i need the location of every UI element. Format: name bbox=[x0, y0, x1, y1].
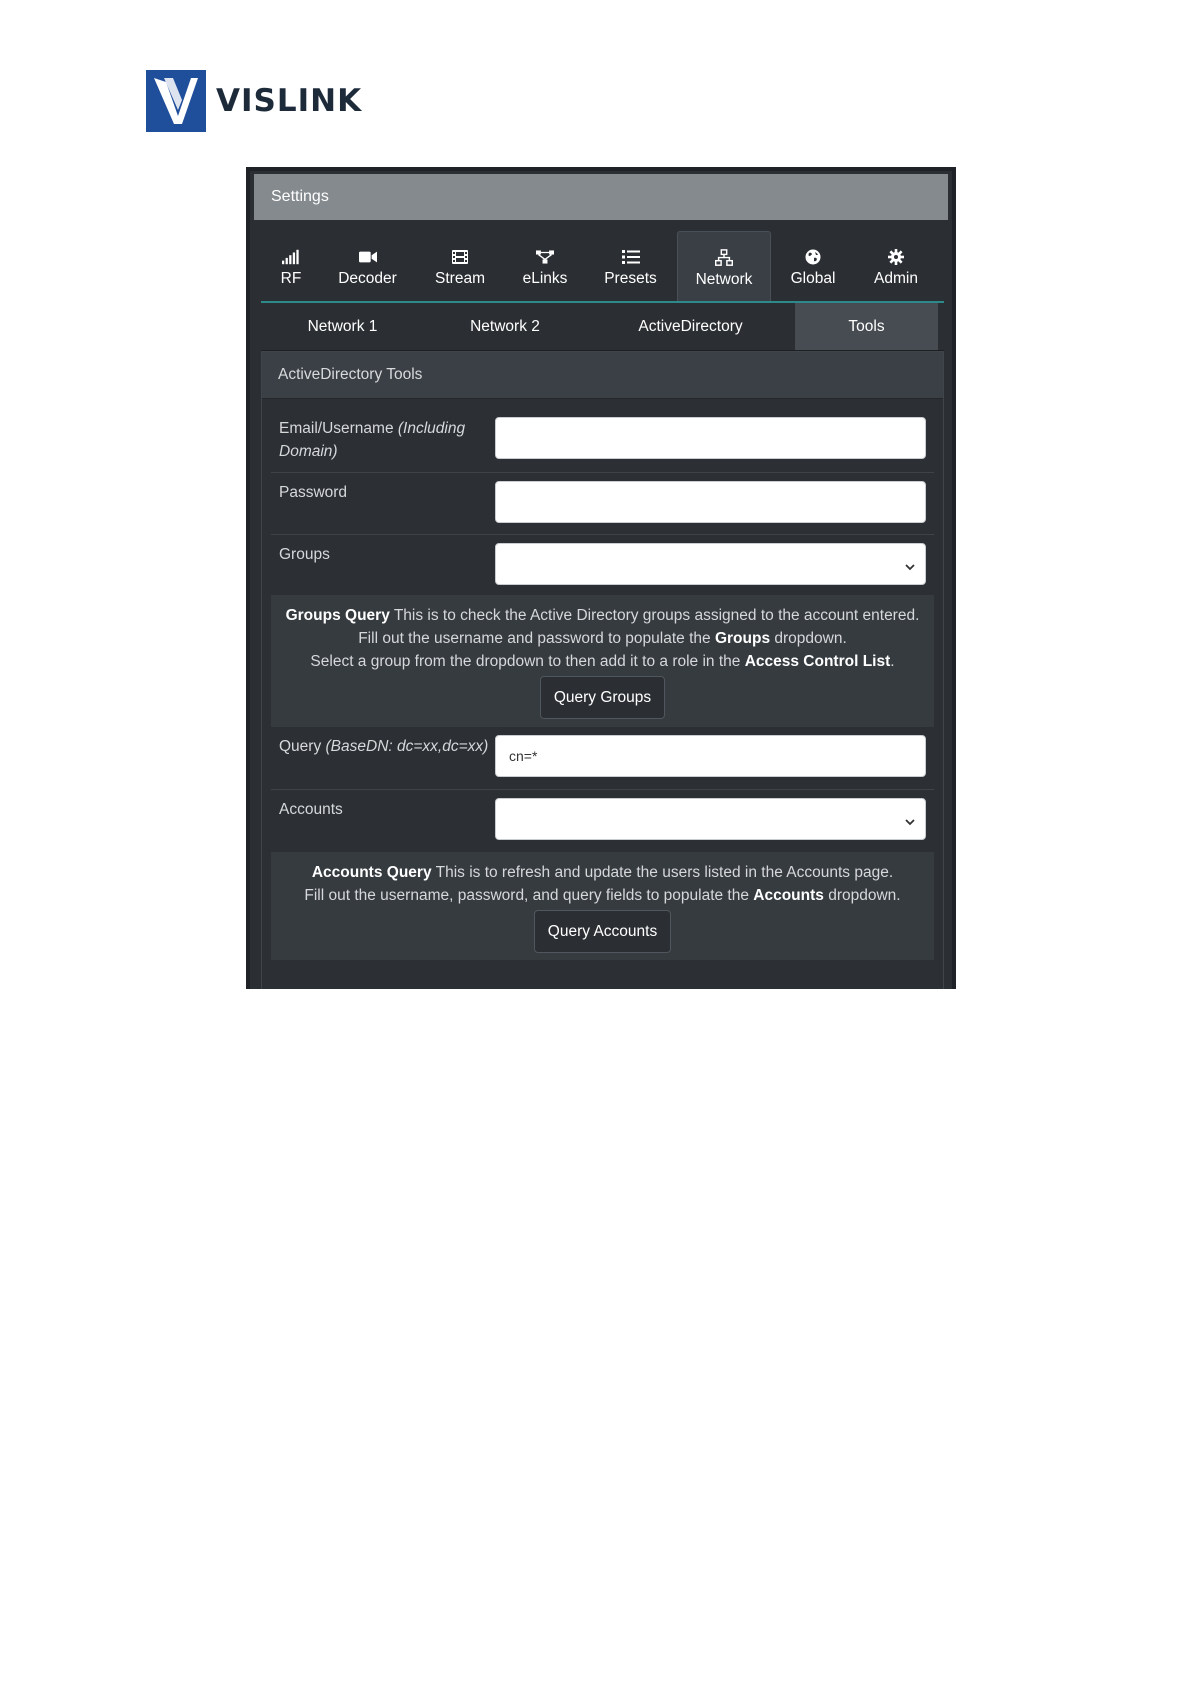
email-row: Email/Username (Including Domain) bbox=[271, 409, 934, 473]
settings-window: Settings RF Decoder Stream eLinks Preset… bbox=[246, 167, 956, 989]
tab-elinks[interactable]: eLinks bbox=[506, 231, 584, 301]
tab-admin-label: Admin bbox=[874, 270, 918, 287]
tab-presets-label: Presets bbox=[604, 270, 657, 287]
groups-select[interactable] bbox=[495, 543, 926, 585]
accounts-row: Accounts bbox=[271, 790, 934, 852]
vislink-wordmark: VISLINK bbox=[216, 83, 363, 119]
tab-elinks-label: eLinks bbox=[522, 270, 568, 287]
query-label: Query (BaseDN: dc=xx,dc=xx) bbox=[279, 738, 489, 755]
activedirectory-tools-panel: ActiveDirectory Tools Email/Username (In… bbox=[261, 351, 944, 989]
password-field[interactable] bbox=[495, 481, 926, 523]
accounts-label: Accounts bbox=[279, 801, 343, 818]
vislink-logo: VISLINK bbox=[146, 70, 362, 132]
subtab-activedirectory[interactable]: ActiveDirectory bbox=[586, 303, 795, 350]
tab-stream[interactable]: Stream bbox=[414, 231, 506, 301]
tab-global-label: Global bbox=[790, 270, 836, 287]
signal-bars-icon bbox=[282, 248, 300, 266]
password-label: Password bbox=[279, 484, 348, 501]
main-tab-bar: RF Decoder Stream eLinks Presets Network… bbox=[261, 231, 944, 303]
settings-title: Settings bbox=[254, 174, 948, 220]
chevron-down-icon bbox=[905, 813, 915, 831]
list-icon bbox=[621, 248, 640, 266]
film-icon bbox=[451, 248, 469, 266]
subtab-tools[interactable]: Tools bbox=[795, 303, 938, 350]
subtab-network-1[interactable]: Network 1 bbox=[261, 303, 424, 350]
query-row: Query (BaseDN: dc=xx,dc=xx) bbox=[271, 727, 934, 790]
accounts-select[interactable] bbox=[495, 798, 926, 840]
gear-icon bbox=[887, 248, 905, 266]
tab-network-label: Network bbox=[695, 270, 753, 288]
nodes-icon bbox=[536, 248, 554, 266]
groups-query-info: Groups Query This is to check the Active… bbox=[271, 595, 934, 727]
groups-query-line3: Select a group from the dropdown to then… bbox=[310, 653, 895, 670]
tab-network[interactable]: Network bbox=[677, 231, 771, 301]
tab-rf[interactable]: RF bbox=[261, 231, 321, 301]
chevron-down-icon bbox=[905, 558, 915, 576]
accounts-query-line2: Fill out the username, password, and que… bbox=[304, 887, 901, 904]
network-icon bbox=[715, 248, 733, 267]
tools-panel-title: ActiveDirectory Tools bbox=[262, 352, 943, 399]
globe-icon bbox=[804, 248, 822, 266]
tab-stream-label: Stream bbox=[435, 270, 485, 287]
query-groups-button[interactable]: Query Groups bbox=[539, 676, 666, 719]
tab-rf-label: RF bbox=[280, 270, 302, 287]
tab-decoder-label: Decoder bbox=[338, 270, 397, 287]
groups-query-line2: Fill out the username and password to po… bbox=[358, 630, 847, 647]
accounts-query-line1: Accounts Query This is to refresh and up… bbox=[311, 864, 894, 881]
groups-label: Groups bbox=[279, 546, 330, 563]
subtab-network-2[interactable]: Network 2 bbox=[424, 303, 586, 350]
video-camera-icon bbox=[358, 248, 377, 266]
tab-decoder[interactable]: Decoder bbox=[321, 231, 414, 301]
sub-tab-bar: Network 1 Network 2 ActiveDirectory Tool… bbox=[261, 303, 944, 351]
vislink-logo-mark-icon bbox=[146, 70, 206, 132]
groups-query-line1: Groups Query This is to check the Active… bbox=[285, 607, 920, 624]
accounts-query-info: Accounts Query This is to refresh and up… bbox=[271, 852, 934, 960]
groups-row: Groups bbox=[271, 535, 934, 595]
password-row: Password bbox=[271, 473, 934, 535]
tab-presets[interactable]: Presets bbox=[584, 231, 677, 301]
email-field[interactable] bbox=[495, 417, 926, 459]
tab-global[interactable]: Global bbox=[771, 231, 855, 301]
tab-admin[interactable]: Admin bbox=[855, 231, 937, 301]
query-field[interactable] bbox=[495, 735, 926, 777]
email-label: Email/Username (Including Domain) bbox=[279, 420, 466, 460]
query-accounts-button[interactable]: Query Accounts bbox=[533, 910, 672, 953]
